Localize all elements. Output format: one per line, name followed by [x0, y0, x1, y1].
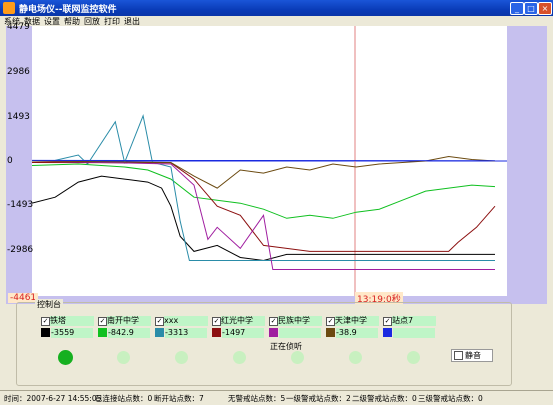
frame-right	[547, 26, 553, 390]
station-5-value	[279, 328, 321, 338]
station-1-checkbox[interactable]: ✓	[41, 317, 50, 326]
status-lamp-3	[175, 351, 188, 364]
station-4-value: -1497	[222, 328, 264, 338]
station-5-color	[269, 328, 278, 337]
app-icon	[3, 2, 15, 14]
status-time: 时间：2007-6-27 14:55:05	[4, 393, 101, 404]
status-lamp-1	[58, 350, 73, 365]
maximize-button[interactable]: □	[524, 2, 538, 15]
mute-toggle[interactable]: 静音	[451, 349, 493, 362]
station-3-value: -3313	[165, 328, 207, 338]
status-level1: 一级警戒站点数：2	[286, 393, 351, 404]
series-line-5	[32, 161, 495, 270]
station-1-value: -3559	[51, 328, 93, 338]
station-2-value: -842.9	[108, 328, 150, 338]
status-level2: 二级警戒站点数：0	[352, 393, 417, 404]
series-line-3	[32, 116, 495, 261]
status-lamp-5	[291, 351, 304, 364]
station-1-name: 铁塔	[50, 316, 94, 326]
station-7-value	[393, 328, 435, 338]
mute-checkbox[interactable]	[454, 351, 463, 360]
y-label-2986: 2986	[7, 67, 30, 77]
y-label-neg1493: -1493	[7, 200, 33, 210]
minimize-button[interactable]: _	[510, 2, 524, 15]
mute-label: 静音	[465, 351, 481, 360]
status-lamp-7	[407, 351, 420, 364]
station-3-color	[155, 328, 164, 337]
chart-plot	[32, 26, 507, 296]
station-3-name: xxx	[164, 316, 208, 326]
window-title: 静电场仪--联网监控软件	[19, 2, 116, 15]
chart-svg	[32, 26, 507, 296]
y-label-top: 4479	[7, 22, 30, 32]
station-6-value: -38.9	[336, 328, 378, 338]
station-7-checkbox[interactable]: ✓	[383, 317, 392, 326]
station-2-color	[98, 328, 107, 337]
status-lamp-4	[233, 351, 246, 364]
status-level3: 三级警戒站点数：0	[418, 393, 483, 404]
station-7-color	[383, 328, 392, 337]
station-4-color	[212, 328, 221, 337]
control-group	[16, 302, 512, 386]
y-label-0: 0	[7, 156, 13, 166]
station-6-name: 天津中学	[335, 316, 379, 326]
series-line-2	[32, 164, 495, 218]
station-5-checkbox[interactable]: ✓	[269, 317, 278, 326]
status-lamp-2	[117, 351, 130, 364]
station-4-name: 红光中学	[221, 316, 265, 326]
y-label-1493: 1493	[7, 112, 30, 122]
menu-bar: 系统 数据 设置 帮助 回放 打印 退出	[0, 16, 553, 26]
station-1-color	[41, 328, 50, 337]
y-label-neg2986: -2986	[7, 245, 33, 255]
status-no-alarm: 无警戒站点数：5	[228, 393, 285, 404]
station-7-name: 站点7	[392, 316, 436, 326]
station-5-name: 民族中学	[278, 316, 322, 326]
station-6-checkbox[interactable]: ✓	[326, 317, 335, 326]
close-button[interactable]: ×	[538, 2, 552, 15]
status-lamp-6	[349, 351, 362, 364]
status-bar: 时间：2007-6-27 14:55:05 已连接站点数：0 断开站点数：7 无…	[0, 390, 553, 405]
station-2-checkbox[interactable]: ✓	[98, 317, 107, 326]
station-3-checkbox[interactable]: ✓	[155, 317, 164, 326]
station-6-color	[326, 328, 335, 337]
station-4-checkbox[interactable]: ✓	[212, 317, 221, 326]
title-bar: 静电场仪--联网监控软件 _ □ ×	[0, 0, 553, 16]
status-connected: 已连接站点数：0	[95, 393, 152, 404]
control-title: 控制台	[35, 299, 63, 310]
status-disconnected: 断开站点数：7	[154, 393, 204, 404]
series-line-1	[32, 176, 495, 260]
station-2-name: 南开中学	[107, 316, 151, 326]
